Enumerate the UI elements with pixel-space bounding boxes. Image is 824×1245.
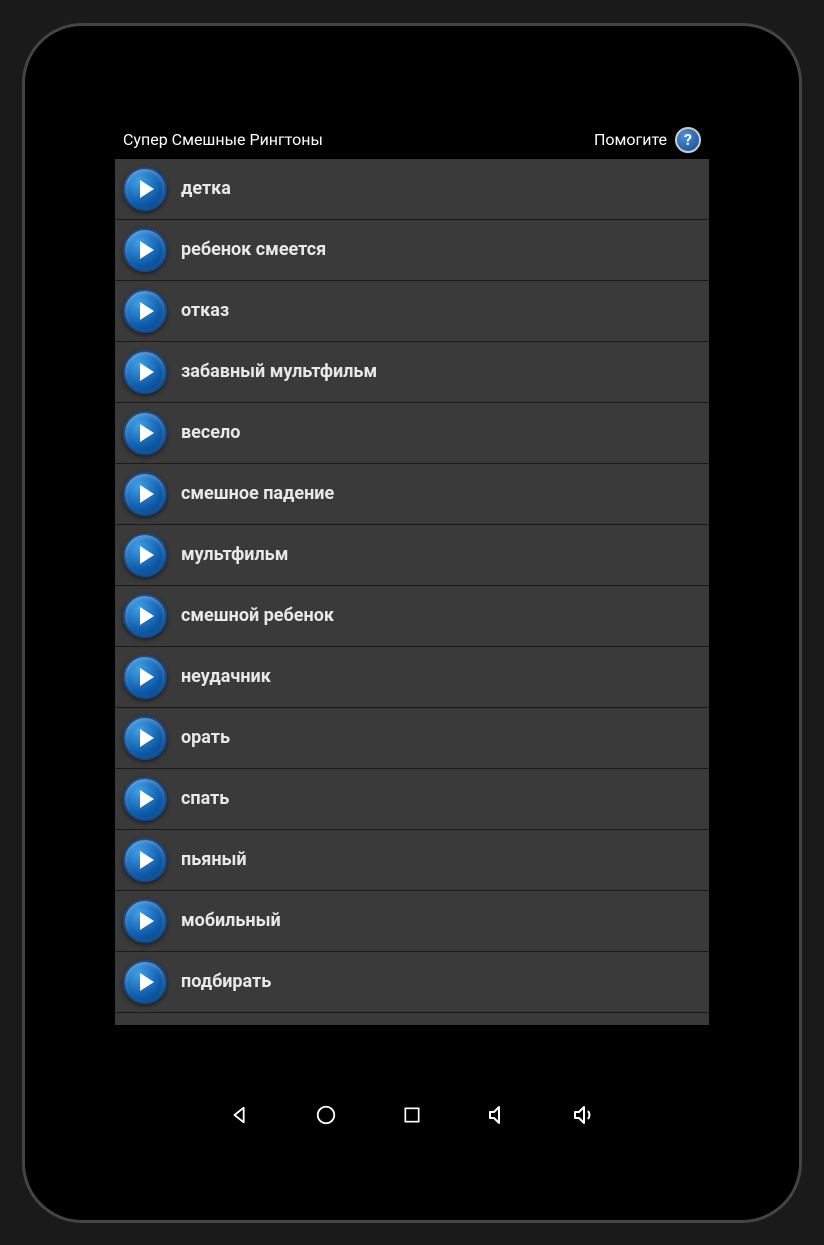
list-item[interactable]: мультфильм (115, 525, 709, 586)
ringtone-label: смешное падение (181, 483, 334, 504)
list-item[interactable]: смешной ребенок (115, 586, 709, 647)
ringtone-label: пьяный (181, 849, 247, 870)
play-icon[interactable] (123, 472, 167, 516)
ringtone-label: мобильный (181, 910, 281, 931)
header-right: Помогите ? (594, 127, 701, 153)
list-item[interactable]: мобильный (115, 891, 709, 952)
play-icon[interactable] (123, 899, 167, 943)
play-icon[interactable] (123, 289, 167, 333)
list-item[interactable]: подбирать (115, 952, 709, 1013)
list-item[interactable]: ребенок смеется (115, 220, 709, 281)
recent-apps-button[interactable] (398, 1101, 426, 1129)
back-button[interactable] (226, 1101, 254, 1129)
play-icon[interactable] (123, 411, 167, 455)
list-item[interactable]: спать (115, 769, 709, 830)
play-icon[interactable] (123, 655, 167, 699)
ringtone-label: подбирать (181, 971, 271, 992)
ringtone-label: весело (181, 422, 240, 443)
play-icon[interactable] (123, 228, 167, 272)
play-icon[interactable] (123, 838, 167, 882)
list-item[interactable]: смешное падение (115, 464, 709, 525)
ringtone-label: мультфильм (181, 544, 288, 565)
app-title: Супер Смешные Рингтоны (123, 130, 323, 149)
tablet-frame: Супер Смешные Рингтоны Помогите ? детка р… (22, 23, 802, 1223)
play-icon[interactable] (123, 716, 167, 760)
play-icon[interactable] (123, 350, 167, 394)
ringtone-label: неудачник (181, 666, 271, 687)
help-icon[interactable]: ? (675, 127, 701, 153)
ringtone-label: орать (181, 727, 230, 748)
volume-up-button[interactable] (570, 1101, 598, 1129)
play-icon[interactable] (123, 167, 167, 211)
list-item[interactable]: пьяный (115, 830, 709, 891)
list-item[interactable]: неудачник (115, 647, 709, 708)
list-item[interactable]: детка (115, 159, 709, 220)
home-button[interactable] (312, 1101, 340, 1129)
play-icon[interactable] (123, 594, 167, 638)
ringtone-label: забавный мультфильм (181, 361, 377, 382)
ringtone-label: детка (181, 178, 231, 199)
play-icon[interactable] (123, 777, 167, 821)
ringtone-label: смешной ребенок (181, 605, 334, 626)
list-item[interactable]: орать (115, 708, 709, 769)
volume-down-button[interactable] (484, 1101, 512, 1129)
list-item[interactable]: отказ (115, 281, 709, 342)
ringtone-label: спать (181, 788, 229, 809)
app-header: Супер Смешные Рингтоны Помогите ? (115, 121, 709, 159)
ringtone-label: отказ (181, 300, 229, 321)
play-icon[interactable] (123, 533, 167, 577)
help-label[interactable]: Помогите (594, 130, 667, 149)
navigation-bar (115, 1085, 709, 1145)
ringtone-list[interactable]: детка ребенок смеется отказ забавный мультф… (115, 159, 709, 1025)
screen: Супер Смешные Рингтоны Помогите ? детка р… (115, 121, 709, 1025)
play-icon[interactable] (123, 960, 167, 1004)
ringtone-label: ребенок смеется (181, 239, 326, 260)
list-item[interactable]: весело (115, 403, 709, 464)
list-item[interactable]: забавный мультфильм (115, 342, 709, 403)
